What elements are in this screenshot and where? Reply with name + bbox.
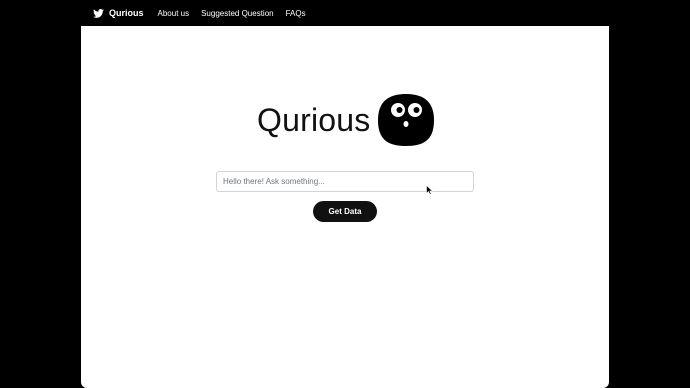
nav-about-us[interactable]: About us xyxy=(158,9,190,18)
brand-link[interactable]: Qurious xyxy=(93,8,144,18)
brand-name: Qurious xyxy=(109,8,144,18)
nav-suggested-question[interactable]: Suggested Question xyxy=(201,9,274,18)
top-navbar: Qurious About us Suggested Question FAQs xyxy=(81,0,609,26)
nav-faqs[interactable]: FAQs xyxy=(286,9,306,18)
main-content: Qurious Get Data xyxy=(81,26,609,388)
search-input[interactable] xyxy=(216,171,474,192)
twitter-bird-icon xyxy=(93,8,104,18)
mouse-pointer-icon xyxy=(426,185,433,195)
logo: Qurious xyxy=(257,92,436,148)
get-data-button[interactable]: Get Data xyxy=(313,201,377,222)
surprised-face-mascot-icon xyxy=(378,94,435,146)
logo-text: Qurious xyxy=(257,101,371,138)
